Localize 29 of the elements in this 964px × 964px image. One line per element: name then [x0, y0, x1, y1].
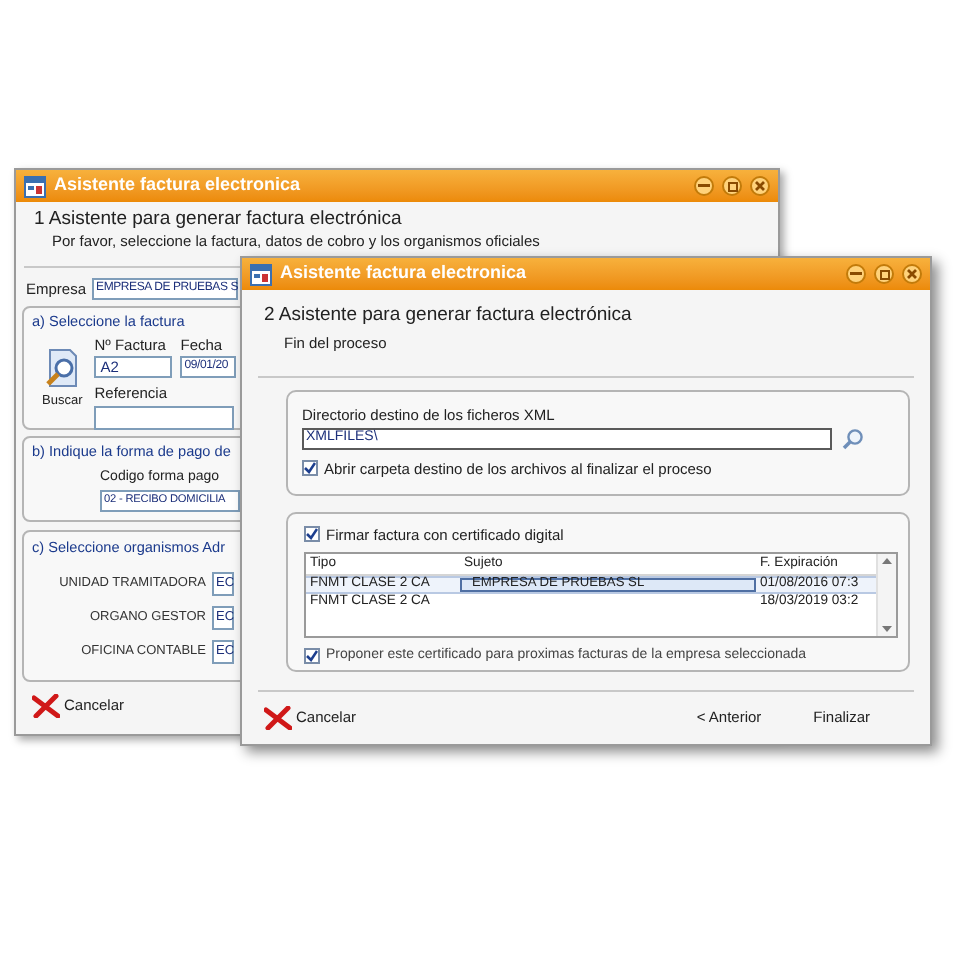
- minimize-icon: [698, 184, 710, 188]
- window-title: Asistente factura electronica: [54, 172, 301, 199]
- step-heading: 2 Asistente para generar factura electrónica: [264, 304, 632, 326]
- step-heading: 1 Asistente para generar factura electrónica: [34, 208, 402, 230]
- minimize-button[interactable]: [694, 176, 714, 196]
- window-icon: [24, 174, 46, 198]
- close-icon: [754, 180, 766, 192]
- maximize-button[interactable]: [874, 264, 894, 284]
- minimize-button[interactable]: [846, 264, 866, 284]
- maximize-button[interactable]: [722, 176, 742, 196]
- checkbox[interactable]: [304, 526, 320, 543]
- close-button[interactable]: [902, 264, 922, 284]
- checkbox[interactable]: [302, 460, 318, 477]
- cross-icon: [32, 694, 60, 718]
- up-arrow-icon[interactable]: [882, 557, 892, 564]
- close-icon: [906, 268, 918, 280]
- scrollbar[interactable]: [876, 553, 896, 636]
- checkbox[interactable]: [304, 648, 320, 664]
- down-arrow-icon[interactable]: [882, 625, 892, 632]
- maximize-icon: [727, 181, 737, 191]
- document-search-icon: [42, 348, 83, 389]
- minimize-icon: [850, 272, 862, 276]
- cross-icon: [264, 705, 292, 729]
- window-icon: [250, 262, 272, 286]
- window-title: Asistente factura electronica: [280, 260, 527, 287]
- maximize-icon: [879, 269, 889, 279]
- search-icon[interactable]: [842, 427, 864, 450]
- close-button[interactable]: [750, 176, 770, 196]
- reference-field[interactable]: [94, 405, 235, 430]
